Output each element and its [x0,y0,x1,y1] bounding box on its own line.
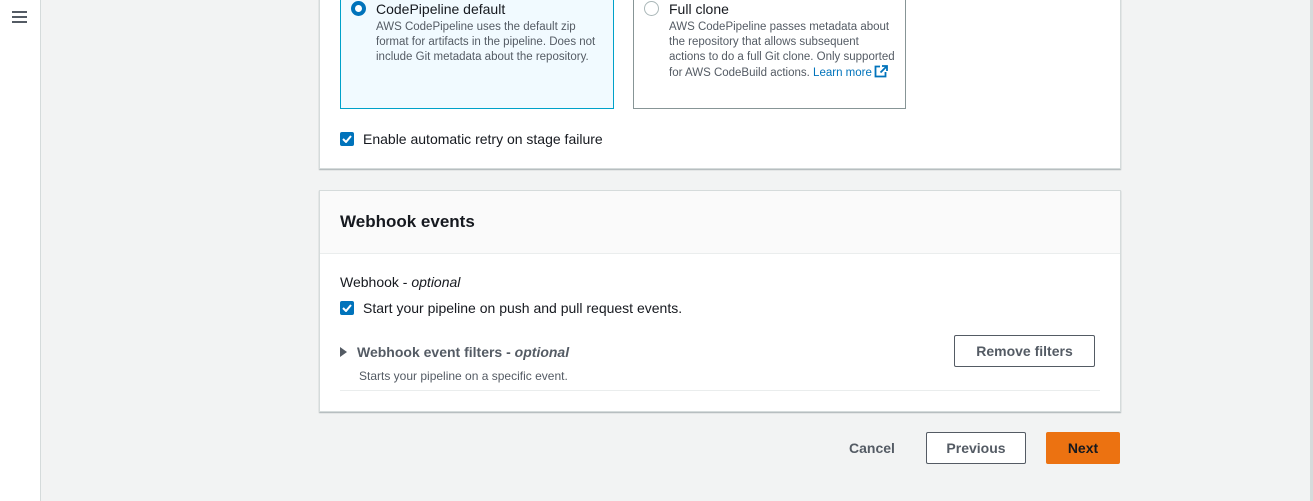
next-button[interactable]: Next [1046,432,1120,464]
checkmark-icon [342,304,352,312]
radio-card-description: AWS CodePipeline uses the default zip fo… [376,21,596,63]
source-settings-panel: CodePipeline default AWS CodePipeline us… [319,0,1121,169]
radio-card-full-clone[interactable]: Full clone AWS CodePipeline passes metad… [633,0,906,109]
learn-more-link[interactable]: Learn more [813,65,888,79]
radio-card-codepipeline-default[interactable]: CodePipeline default AWS CodePipeline us… [340,0,614,109]
webhook-events-panel: Webhook events Webhook - optional Start … [319,190,1121,412]
webhook-filters-description: Starts your pipeline on a specific event… [359,369,568,383]
caret-right-icon[interactable] [340,347,347,357]
webhook-checkbox-row[interactable]: Start your pipeline on push and pull req… [340,300,682,316]
cancel-button[interactable]: Cancel [838,432,906,464]
radio-card-title: Full clone [669,1,729,17]
webhook-filters-expander[interactable]: Webhook event filters - optional [340,344,569,360]
checkmark-icon [342,135,352,143]
previous-button[interactable]: Previous [926,432,1026,464]
hamburger-menu-icon[interactable] [12,11,27,24]
webhook-panel-header: Webhook events [320,191,1120,254]
external-link-icon [874,65,888,78]
webhook-field-label: Webhook - optional [340,274,461,290]
webhook-filters-title-text[interactable]: Webhook event filters [357,344,502,360]
retry-checkbox[interactable] [340,132,354,146]
webhook-label-text: Webhook [340,274,399,290]
webhook-checkbox-label: Start your pipeline on push and pull req… [363,300,683,316]
learn-more-label[interactable]: Learn more [813,67,872,79]
radio-button-unselected[interactable] [644,1,659,16]
retry-checkbox-label: Enable automatic retry on stage failure [363,131,603,147]
webhook-filters-title[interactable]: Webhook event filters - optional [357,344,569,360]
radio-card-title: CodePipeline default [376,1,506,17]
optional-tag: optional [411,274,461,290]
webhook-checkbox[interactable] [340,301,354,315]
side-navigation-rail [0,0,41,501]
radio-card-description: AWS CodePipeline passes metadata about t… [669,20,905,81]
radio-button-selected[interactable] [351,1,366,16]
optional-tag: optional [514,344,570,360]
remove-filters-button[interactable]: Remove filters [954,335,1095,367]
section-divider [340,390,1100,391]
webhook-panel-title: Webhook events [340,212,475,231]
retry-checkbox-row[interactable]: Enable automatic retry on stage failure [340,131,603,147]
